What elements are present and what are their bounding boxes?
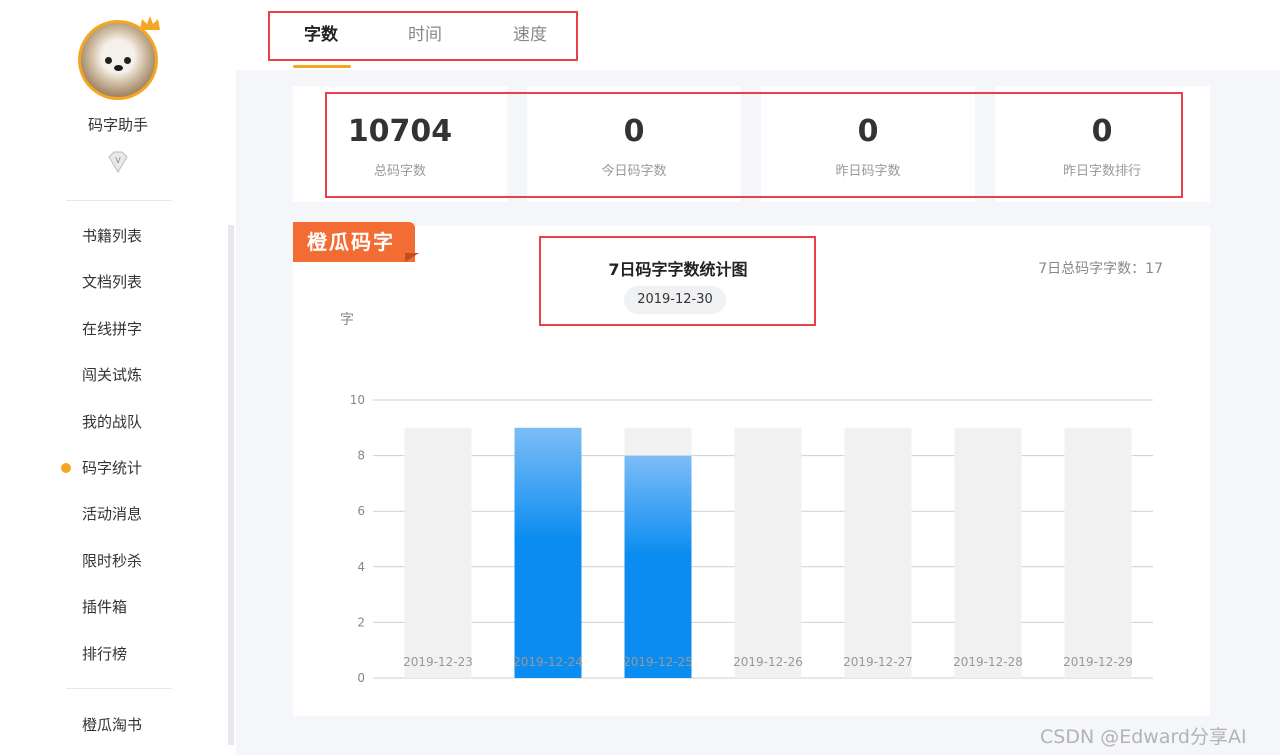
x-tick-label: 2019-12-25	[623, 655, 693, 669]
y-axis-label: 字	[340, 312, 354, 328]
sidebar-item-label: 码字统计	[82, 458, 143, 477]
stat-total-words: 10704 总码字数	[293, 86, 507, 202]
x-tick-label: 2019-12-24	[513, 655, 583, 669]
sidebar-item-label: 文档列表	[82, 273, 143, 292]
sidebar-item-label: 插件箱	[82, 598, 128, 617]
stat-value: 0	[1091, 114, 1113, 149]
watermark: CSDN @Edward分享AI	[1040, 726, 1247, 748]
stat-label: 总码字数	[373, 164, 426, 179]
y-tick-label: 0	[357, 671, 365, 685]
sidebar-item-bottom[interactable]: 橙瓜淘书	[60, 705, 142, 751]
stat-today-words: 0 今日码字数	[527, 86, 741, 202]
sidebar-item[interactable]: 活动消息	[60, 494, 230, 540]
sidebar-item[interactable]: 限时秒杀	[60, 541, 230, 587]
sidebar-item-label: 在线拼字	[82, 319, 143, 338]
sidebar-divider	[66, 200, 172, 201]
chart-title: 7日码字字数统计图	[608, 260, 748, 279]
active-dot-icon	[61, 462, 71, 473]
bar-chart: 字 0 2 4 6 8 10 2019-12-23 2019-12-24 2019-12-25 20…	[340, 312, 1153, 685]
sidebar-item[interactable]: 排行榜	[60, 634, 230, 680]
stat-label: 昨日码字数	[835, 164, 901, 179]
sidebar: 码字助手 V 书籍列表文档列表在线拼字闯关试炼我的战队码字统计活动消息限时秒杀插…	[0, 0, 236, 755]
crown-icon	[140, 16, 160, 30]
stat-separator	[975, 86, 995, 202]
active-tab-indicator	[293, 65, 351, 68]
vip-diamond-icon: V	[108, 151, 128, 173]
sidebar-nav: 书籍列表文档列表在线拼字闯关试炼我的战队码字统计活动消息限时秒杀插件箱排行榜	[60, 216, 230, 680]
tab-bar: 字数 时间 速度	[236, 0, 1280, 70]
sidebar-item[interactable]: 码字统计	[60, 448, 230, 494]
y-tick-label: 8	[357, 449, 365, 463]
sidebar-item[interactable]: 在线拼字	[60, 309, 230, 355]
tab-time[interactable]: 时间	[408, 20, 442, 45]
dog-face-icon	[103, 53, 133, 75]
x-tick-label: 2019-12-26	[733, 655, 803, 669]
background-bar	[734, 427, 802, 678]
background-bar	[954, 427, 1022, 678]
stat-yesterday-rank: 0 昨日字数排行	[995, 86, 1209, 202]
background-bar	[1064, 427, 1132, 678]
ribbon-tail	[405, 253, 419, 262]
svg-text:V: V	[115, 156, 121, 165]
stat-yesterday-words: 0 昨日码字数	[761, 86, 975, 202]
tab-speed[interactable]: 速度	[513, 20, 547, 45]
data-bar	[514, 427, 582, 678]
sidebar-item-label: 活动消息	[82, 505, 143, 524]
sidebar-item[interactable]: 书籍列表	[60, 216, 230, 262]
sidebar-item-label: 书籍列表	[82, 227, 143, 245]
y-tick-label: 4	[357, 560, 365, 574]
stat-separator	[507, 86, 527, 202]
stat-separator	[741, 86, 761, 202]
y-tick-label: 2	[357, 615, 365, 629]
stat-value: 0	[857, 114, 879, 149]
stat-value: 0	[623, 114, 645, 149]
background-bar	[844, 427, 912, 678]
data-bar	[624, 455, 692, 678]
sidebar-item-label: 我的战队	[82, 412, 143, 431]
tab-words[interactable]: 字数	[304, 20, 338, 45]
sidebar-item-label: 闯关试炼	[82, 366, 143, 385]
background-bar	[404, 427, 472, 678]
y-tick-label: 10	[350, 393, 365, 407]
sidebar-item-label: 限时秒杀	[82, 551, 143, 570]
stats-row: 10704 总码字数 0 今日码字数 0 昨日码字数 0 昨日字数排行	[293, 86, 1210, 202]
sidebar-item[interactable]: 我的战队	[60, 402, 230, 448]
x-tick-label: 2019-12-29	[1063, 655, 1133, 669]
seven-day-total: 7日总码字字数：17	[1038, 261, 1163, 277]
sidebar-item[interactable]: 闯关试炼	[60, 355, 230, 401]
sidebar-scrollbar[interactable]	[228, 225, 234, 745]
sidebar-item[interactable]: 文档列表	[60, 262, 230, 308]
brand-ribbon: 橙瓜码字	[293, 222, 415, 262]
x-tick-label: 2019-12-28	[953, 655, 1023, 669]
y-tick-label: 6	[357, 504, 365, 518]
sidebar-item-label: 排行榜	[82, 644, 128, 663]
sidebar-item[interactable]: 插件箱	[60, 587, 230, 633]
stat-label: 昨日字数排行	[1062, 164, 1141, 179]
stat-value: 10704	[347, 114, 453, 149]
x-tick-label: 2019-12-23	[403, 655, 473, 669]
stat-label: 今日码字数	[601, 164, 667, 179]
x-tick-label: 2019-12-27	[843, 655, 913, 669]
username: 码字助手	[87, 116, 148, 134]
sidebar-divider	[66, 688, 172, 689]
